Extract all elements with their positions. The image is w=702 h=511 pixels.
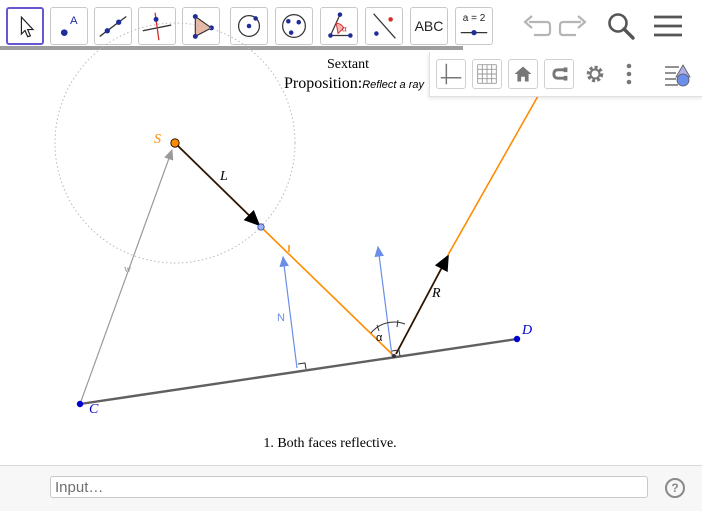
- point-capture-icon: [552, 67, 568, 81]
- input-help-button[interactable]: ?: [665, 478, 685, 498]
- label-alpha: α: [376, 332, 383, 344]
- normal-vector-n[interactable]: [279, 255, 298, 369]
- axes-icon: [440, 63, 462, 85]
- right-angle-marker-n: [297, 362, 307, 370]
- point-c[interactable]: [76, 400, 84, 408]
- toggle-grid-button[interactable]: [472, 59, 502, 89]
- proposition-text: Proposition:Reflect a ray: [284, 75, 432, 93]
- point-s[interactable]: [170, 138, 180, 148]
- label-c: C: [89, 402, 99, 417]
- mirror-segment-cd[interactable]: [79, 337, 518, 406]
- standard-view-button[interactable]: [508, 59, 538, 89]
- incident-ray-orange[interactable]: [260, 226, 395, 357]
- more-options-button[interactable]: [614, 59, 644, 89]
- label-r: R: [431, 286, 441, 301]
- label-d: D: [521, 323, 532, 338]
- home-icon: [514, 66, 532, 82]
- algebra-input-bar: ?: [0, 465, 702, 511]
- construction-caption: 1. Both faces reflective.: [263, 436, 397, 451]
- reflection-point[interactable]: [392, 354, 396, 358]
- reflected-vector-r[interactable]: [395, 254, 449, 355]
- label-s: S: [154, 132, 161, 147]
- point-on-ray[interactable]: [257, 223, 265, 231]
- point-d[interactable]: [513, 335, 521, 343]
- incident-vector-l[interactable]: [174, 142, 261, 227]
- reflected-ray-orange[interactable]: [447, 95, 539, 256]
- more-vertical-icon: [626, 63, 632, 85]
- toggle-style-bar-button[interactable]: [662, 59, 692, 89]
- grid-icon: [477, 64, 497, 84]
- label-l: L: [219, 169, 228, 184]
- toggle-style-bar-icon: [665, 64, 691, 87]
- point-capturing-button[interactable]: [544, 59, 574, 89]
- construction-title: Sextant: [327, 57, 369, 72]
- graphics-settings-button[interactable]: [580, 59, 610, 89]
- label-w: w: [124, 264, 132, 275]
- toggle-axes-button[interactable]: [436, 59, 466, 89]
- graphics-style-bar: [429, 52, 702, 97]
- input-field[interactable]: [50, 476, 648, 498]
- proposition-label: Proposition:: [284, 75, 363, 92]
- vector-w[interactable]: [79, 148, 174, 405]
- angle-arc-tick-2: [396, 319, 399, 328]
- settings-icon: [586, 65, 604, 83]
- proposition-body: Reflect a ray: [362, 79, 424, 91]
- label-n: N: [277, 312, 285, 324]
